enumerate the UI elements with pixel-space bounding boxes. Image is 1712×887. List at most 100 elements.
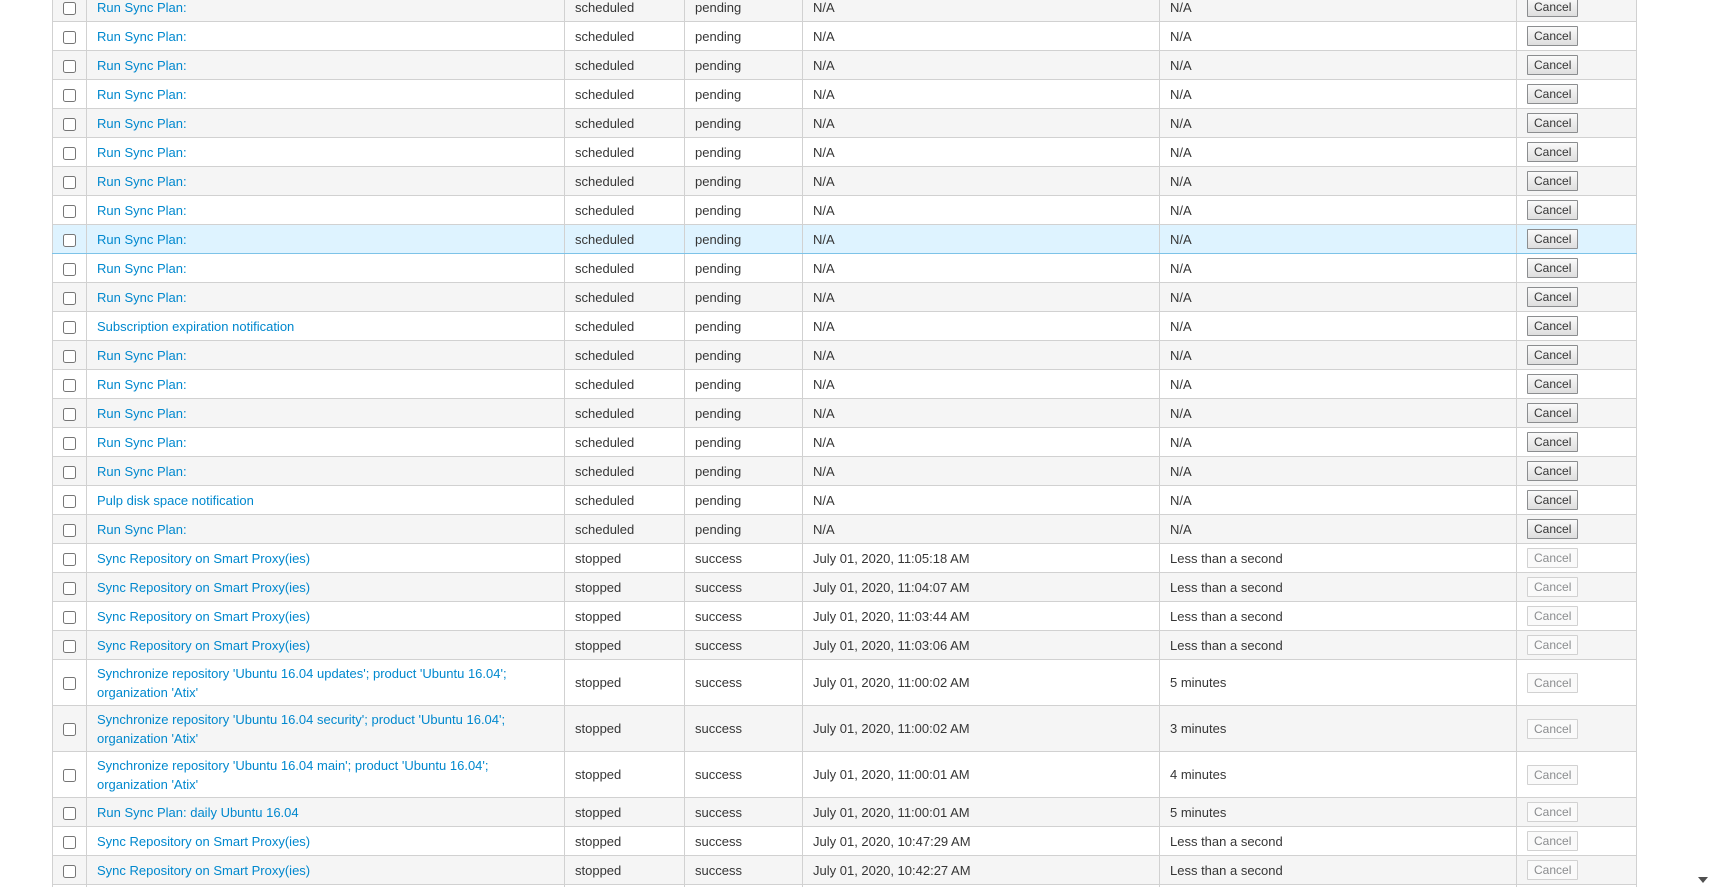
cancel-cell: Cancel [1516,195,1637,225]
row-select-checkbox[interactable] [63,59,76,73]
row-select-checkbox[interactable] [63,581,76,595]
duration-cell: Less than a second [1159,826,1517,856]
cancel-button[interactable]: Cancel [1527,432,1579,452]
row-select-checkbox[interactable] [63,378,76,392]
cancel-button[interactable]: Cancel [1527,0,1579,17]
row-select-checkbox[interactable] [63,146,76,160]
task-action-link[interactable]: Run Sync Plan: [97,0,187,15]
cancel-button[interactable]: Cancel [1527,200,1579,220]
result-cell: success [684,543,803,573]
row-select-checkbox[interactable] [63,349,76,363]
duration-cell: N/A [1159,108,1517,138]
row-select-cell [52,195,87,225]
task-action-link[interactable]: Run Sync Plan: [97,87,187,102]
task-action-link[interactable]: Run Sync Plan: [97,145,187,160]
row-select-checkbox[interactable] [63,175,76,189]
row-select-checkbox[interactable] [63,864,76,878]
task-action-link[interactable]: Run Sync Plan: daily Ubuntu 16.04 [97,805,299,820]
cancel-button[interactable]: Cancel [1527,258,1579,278]
row-select-cell [52,224,87,254]
row-select-checkbox[interactable] [63,494,76,508]
task-action-link[interactable]: Run Sync Plan: [97,203,187,218]
cancel-button[interactable]: Cancel [1527,490,1579,510]
task-action-link[interactable]: Synchronize repository 'Ubuntu 16.04 upd… [97,666,507,700]
row-select-checkbox[interactable] [63,436,76,450]
task-action-link[interactable]: Run Sync Plan: [97,261,187,276]
row-select-checkbox[interactable] [63,204,76,218]
cancel-button[interactable]: Cancel [1527,171,1579,191]
task-action-link[interactable]: Sync Repository on Smart Proxy(ies) [97,551,310,566]
task-action-link[interactable]: Sync Repository on Smart Proxy(ies) [97,580,310,595]
row-select-checkbox[interactable] [63,465,76,479]
row-select-checkbox[interactable] [63,262,76,276]
row-select-cell [52,340,87,370]
task-action-link[interactable]: Run Sync Plan: [97,406,187,421]
row-select-checkbox[interactable] [63,320,76,334]
task-action-link[interactable]: Run Sync Plan: [97,522,187,537]
tasks-table-viewport[interactable]: Run Sync Plan: scheduled pending N/A N/A Canc… [0,0,1712,887]
task-action-link[interactable]: Sync Repository on Smart Proxy(ies) [97,609,310,624]
cancel-cell: Cancel [1516,50,1637,80]
row-select-checkbox[interactable] [63,610,76,624]
table-row: Sync Repository on Smart Proxy(ies) stopp… [52,826,1637,856]
row-select-checkbox[interactable] [63,769,76,783]
cancel-button[interactable]: Cancel [1527,84,1579,104]
row-select-checkbox[interactable] [63,88,76,102]
cancel-button[interactable]: Cancel [1527,287,1579,307]
cancel-button[interactable]: Cancel [1527,316,1579,336]
cancel-cell: Cancel [1516,705,1637,752]
row-select-checkbox[interactable] [63,291,76,305]
cancel-button[interactable]: Cancel [1527,229,1579,249]
scroll-down-arrow-icon[interactable] [1698,877,1708,883]
task-action-link[interactable]: Run Sync Plan: [97,29,187,44]
task-action-link[interactable]: Subscription expiration notification [97,319,294,334]
started-at-cell: July 01, 2020, 10:47:29 AM [802,826,1160,856]
cancel-cell: Cancel [1516,137,1637,167]
row-select-checkbox[interactable] [63,806,76,820]
task-action-link[interactable]: Sync Repository on Smart Proxy(ies) [97,638,310,653]
row-select-checkbox[interactable] [63,30,76,44]
action-cell: Run Sync Plan: [86,137,565,167]
task-action-link[interactable]: Run Sync Plan: [97,58,187,73]
cancel-button[interactable]: Cancel [1527,55,1579,75]
started-at-cell: N/A [802,485,1160,515]
task-action-link[interactable]: Sync Repository on Smart Proxy(ies) [97,863,310,878]
task-action-link[interactable]: Run Sync Plan: [97,464,187,479]
row-select-checkbox[interactable] [63,723,76,737]
row-select-checkbox[interactable] [63,407,76,421]
cancel-button[interactable]: Cancel [1527,374,1579,394]
task-action-link[interactable]: Run Sync Plan: [97,348,187,363]
row-select-checkbox[interactable] [63,677,76,691]
row-select-checkbox[interactable] [63,835,76,849]
state-cell: stopped [564,543,685,573]
row-select-cell [52,79,87,109]
task-action-link[interactable]: Run Sync Plan: [97,116,187,131]
started-at-cell: July 01, 2020, 11:05:18 AM [802,543,1160,573]
result-cell: pending [684,253,803,283]
cancel-button[interactable]: Cancel [1527,345,1579,365]
task-action-link[interactable]: Synchronize repository 'Ubuntu 16.04 mai… [97,758,489,792]
row-select-checkbox[interactable] [63,552,76,566]
task-action-link[interactable]: Run Sync Plan: [97,232,187,247]
row-select-checkbox[interactable] [63,233,76,247]
task-action-link[interactable]: Pulp disk space notification [97,493,254,508]
task-action-link[interactable]: Run Sync Plan: [97,174,187,189]
task-action-link[interactable]: Synchronize repository 'Ubuntu 16.04 sec… [97,712,505,746]
task-action-link[interactable]: Run Sync Plan: [97,435,187,450]
task-action-link[interactable]: Run Sync Plan: [97,377,187,392]
state-cell: scheduled [564,79,685,109]
cancel-button[interactable]: Cancel [1527,142,1579,162]
task-action-link[interactable]: Run Sync Plan: [97,290,187,305]
cancel-button[interactable]: Cancel [1527,26,1579,46]
cancel-button[interactable]: Cancel [1527,403,1579,423]
table-row: Run Sync Plan: scheduled pending N/A N/A Canc… [52,456,1637,486]
cancel-button: Cancel [1527,577,1579,597]
cancel-button[interactable]: Cancel [1527,519,1579,539]
row-select-checkbox[interactable] [63,117,76,131]
row-select-checkbox[interactable] [63,523,76,537]
task-action-link[interactable]: Sync Repository on Smart Proxy(ies) [97,834,310,849]
cancel-button[interactable]: Cancel [1527,113,1579,133]
row-select-checkbox[interactable] [63,639,76,653]
row-select-checkbox[interactable] [63,1,76,15]
cancel-button[interactable]: Cancel [1527,461,1579,481]
